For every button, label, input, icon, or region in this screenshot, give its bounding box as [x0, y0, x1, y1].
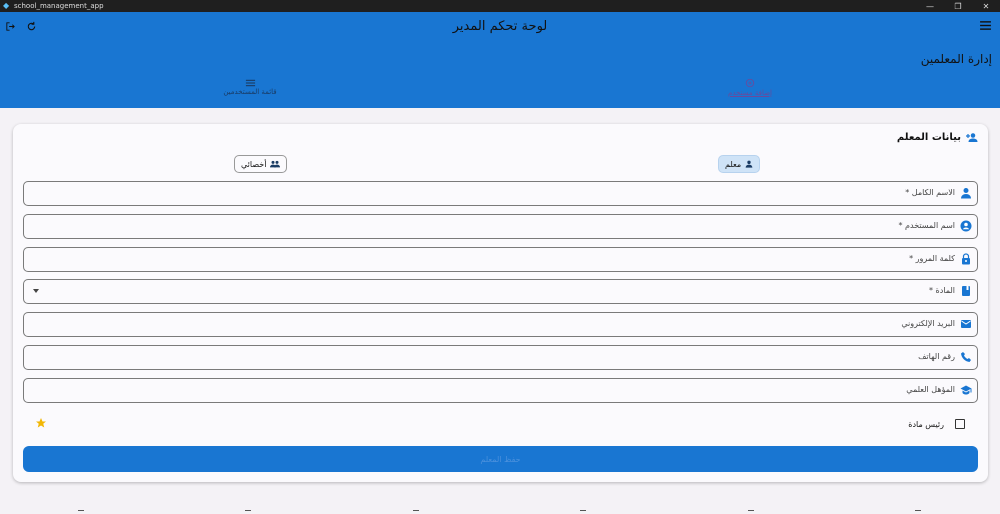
minimize-button[interactable]: — [916, 2, 944, 11]
lock-icon [960, 253, 972, 265]
account-circle-icon [960, 220, 972, 232]
teacher-form-card: بيانات المعلم معلم أخصائي الاسم الكامل *… [13, 124, 988, 482]
nav-item[interactable] [580, 510, 586, 514]
email-field[interactable]: البريد الإلكتروني [23, 312, 978, 337]
role-chip-teacher[interactable]: معلم [718, 155, 761, 173]
page-title: لوحة تحكم المدير [452, 19, 548, 34]
phone-icon [960, 351, 972, 363]
tab-add-user-label: إضافة مستخدم [728, 89, 772, 97]
phone-field[interactable]: رقم الهاتف [23, 345, 978, 370]
app-bar: لوحة تحكم المدير إدارة المعلمين قائمة ال… [0, 12, 1000, 108]
bottom-nav-partial [0, 508, 1000, 514]
tab-users-list[interactable]: قائمة المستخدمين [200, 76, 300, 108]
person-icon [745, 160, 753, 168]
dropdown-arrow-icon [33, 289, 39, 293]
save-teacher-label: حفظ المعلم [480, 454, 521, 464]
tab-bar: قائمة المستخدمين إضافة مستخدم [0, 76, 1000, 108]
save-teacher-button[interactable]: حفظ المعلم [23, 446, 978, 472]
head-of-subject-checkbox[interactable] [955, 419, 965, 429]
nav-item[interactable] [748, 510, 754, 514]
card-title: بيانات المعلم [896, 132, 961, 143]
nav-item[interactable] [915, 510, 921, 514]
menu-icon[interactable] [979, 20, 992, 31]
nav-item[interactable] [245, 510, 251, 514]
phone-label: رقم الهاتف [918, 352, 955, 361]
group-icon [270, 160, 281, 168]
person-icon [960, 187, 972, 199]
nav-item[interactable] [78, 510, 84, 514]
username-label: اسم المستخدم * [898, 221, 956, 230]
qualification-field[interactable]: المؤهل العلمي [23, 378, 978, 403]
password-label: كلمة المرور * [909, 254, 955, 263]
app-icon: ◆ [3, 1, 10, 10]
tab-add-user[interactable]: إضافة مستخدم [700, 76, 800, 108]
section-title: إدارة المعلمين [920, 52, 992, 66]
head-of-subject-label: رئيس مادة [908, 420, 944, 429]
nav-item[interactable] [413, 510, 419, 514]
refresh-icon[interactable] [26, 21, 37, 32]
tab-users-list-label: قائمة المستخدمين [223, 88, 277, 96]
full-name-label: الاسم الكامل * [905, 188, 955, 197]
full-name-field[interactable]: الاسم الكامل * [23, 181, 978, 206]
qualification-label: المؤهل العلمي [906, 385, 955, 394]
email-label: البريد الإلكتروني [901, 319, 955, 328]
maximize-button[interactable]: ❐ [944, 2, 972, 11]
card-header: بيانات المعلم [897, 132, 978, 143]
window-titlebar: ◆ school_management_app — ❐ ✕ [0, 0, 1000, 12]
window-title: school_management_app [14, 2, 104, 10]
password-field[interactable]: كلمة المرور * [23, 247, 978, 272]
close-button[interactable]: ✕ [972, 2, 1000, 11]
role-chip-teacher-label: معلم [725, 159, 742, 169]
role-chip-specialist[interactable]: أخصائي [234, 155, 288, 173]
subject-label: المادة * [928, 286, 955, 295]
add-user-icon [745, 78, 755, 88]
star-icon [35, 417, 47, 429]
book-icon [960, 285, 972, 297]
subject-dropdown[interactable]: المادة * [23, 279, 978, 304]
head-of-subject-row: رئيس مادة [23, 416, 978, 432]
person-add-icon [966, 132, 978, 143]
list-icon [245, 79, 255, 87]
username-field[interactable]: اسم المستخدم * [23, 214, 978, 239]
email-icon [960, 318, 972, 330]
role-chip-specialist-label: أخصائي [241, 159, 267, 169]
school-icon [960, 384, 972, 396]
logout-icon[interactable] [5, 21, 16, 32]
